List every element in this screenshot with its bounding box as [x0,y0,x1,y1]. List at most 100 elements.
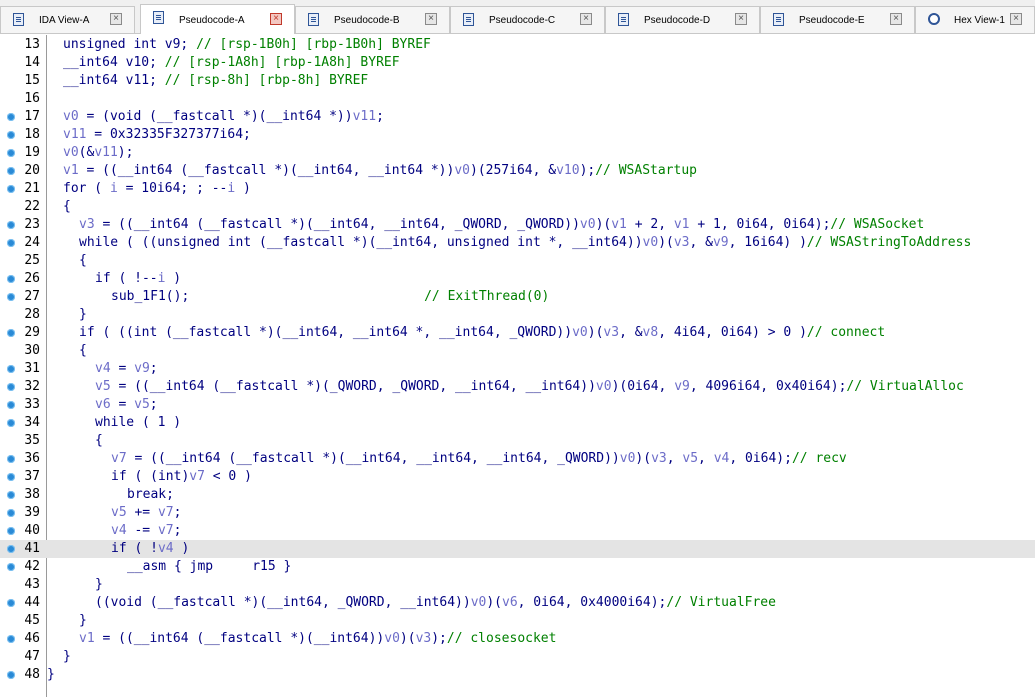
code-variable[interactable]: v10 [556,163,579,178]
code-line[interactable]: 30 { [0,342,1035,360]
code-variable[interactable]: v7 [158,505,174,520]
breakpoint-dot-icon[interactable] [7,563,15,571]
breakpoint-dot-icon[interactable] [7,401,15,409]
code-variable[interactable]: v6 [502,595,518,610]
close-icon[interactable]: × [890,13,902,25]
breakpoint-dot-icon[interactable] [7,545,15,553]
code-variable[interactable]: v11 [63,127,86,142]
code-variable[interactable]: v3 [674,235,690,250]
pseudocode-view[interactable]: 13 unsigned int v9; // [rsp-1B0h] [rbp-1B… [0,35,1035,697]
code-line[interactable]: 42 __asm { jmp r15 } [0,558,1035,576]
breakpoint-dot-icon[interactable] [7,473,15,481]
code-variable[interactable]: v4 [714,451,730,466]
code-variable[interactable]: v1 [611,217,627,232]
breakpoint-dot-icon[interactable] [7,239,15,247]
code-line[interactable]: 15 __int64 v11; // [rsp-8h] [rbp-8h] BYRE… [0,72,1035,90]
code-variable[interactable]: v11 [353,109,376,124]
code-line[interactable]: 40 v4 -= v7; [0,522,1035,540]
code-variable[interactable]: v6 [95,397,111,412]
code-variable[interactable]: v9 [134,361,150,376]
close-icon[interactable]: × [1010,13,1022,25]
code-line[interactable]: 14 __int64 v10; // [rsp-1A8h] [rbp-1A8h] … [0,54,1035,72]
code-variable[interactable]: v0 [454,163,470,178]
code-variable[interactable]: v0 [63,109,79,124]
code-variable[interactable]: v0 [572,325,588,340]
close-icon[interactable]: × [580,13,592,25]
code-line[interactable]: 31 v4 = v9; [0,360,1035,378]
code-variable[interactable]: v7 [189,469,205,484]
code-variable[interactable]: v0 [471,595,487,610]
breakpoint-dot-icon[interactable] [7,149,15,157]
tab-hex-view-1[interactable]: Hex View-1 × [915,6,1035,33]
code-line[interactable]: 22 { [0,198,1035,216]
code-line[interactable]: 23 v3 = ((__int64 (__fastcall *)(__int64,… [0,216,1035,234]
code-variable[interactable]: v0 [596,379,612,394]
code-variable[interactable]: v4 [158,541,174,556]
code-line[interactable]: 39 v5 += v7; [0,504,1035,522]
close-icon[interactable]: × [110,13,122,25]
breakpoint-dot-icon[interactable] [7,167,15,175]
breakpoint-dot-icon[interactable] [7,671,15,679]
tab-pseudocode-c[interactable]: Pseudocode-C × [450,6,605,33]
code-line[interactable]: 44 ((void (__fastcall *)(__int64, _QWORD,… [0,594,1035,612]
code-line[interactable]: 17 v0 = (void (__fastcall *)(__int64 *))v… [0,108,1035,126]
code-line[interactable]: 34 while ( 1 ) [0,414,1035,432]
code-variable[interactable]: v0 [384,631,400,646]
code-variable[interactable]: v7 [158,523,174,538]
close-icon[interactable]: × [270,13,282,25]
breakpoint-dot-icon[interactable] [7,293,15,301]
code-line[interactable]: 37 if ( (int)v7 < 0 ) [0,468,1035,486]
code-variable[interactable]: v1 [674,217,690,232]
code-line[interactable]: 18 v11 = 0x32335F327377i64; [0,126,1035,144]
tab-pseudocode-e[interactable]: Pseudocode-E × [760,6,915,33]
code-line[interactable]: 24 while ( ((unsigned int (__fastcall *)(… [0,234,1035,252]
code-variable[interactable]: v3 [416,631,432,646]
code-variable[interactable]: v0 [63,145,79,160]
breakpoint-dot-icon[interactable] [7,455,15,463]
breakpoint-dot-icon[interactable] [7,491,15,499]
code-line[interactable]: 43} [0,576,1035,594]
code-variable[interactable]: v4 [111,523,127,538]
code-line[interactable]: 33 v6 = v5; [0,396,1035,414]
tab-ida-view-a[interactable]: IDA View-A × [0,6,135,33]
code-line[interactable]: 48} [0,666,1035,684]
code-line[interactable]: 13 unsigned int v9; // [rsp-1B0h] [rbp-1B… [0,36,1035,54]
close-icon[interactable]: × [425,13,437,25]
code-line[interactable]: 25 { [0,252,1035,270]
code-line[interactable]: 32 v5 = ((__int64 (__fastcall *)(_QWORD, … [0,378,1035,396]
code-variable[interactable]: v1 [79,631,95,646]
tab-pseudocode-d[interactable]: Pseudocode-D × [605,6,760,33]
code-line[interactable]: 27 sub_1F1(); // ExitThread(0) [0,288,1035,306]
code-line[interactable]: 29 if ( ((int (__fastcall *)(__int64, __i… [0,324,1035,342]
code-line[interactable]: 16 [0,90,1035,108]
breakpoint-dot-icon[interactable] [7,221,15,229]
breakpoint-dot-icon[interactable] [7,509,15,517]
code-variable[interactable]: v5 [134,397,150,412]
close-icon[interactable]: × [735,13,747,25]
code-variable[interactable]: v4 [95,361,111,376]
breakpoint-dot-icon[interactable] [7,131,15,139]
breakpoint-dot-icon[interactable] [7,275,15,283]
breakpoint-dot-icon[interactable] [7,365,15,373]
code-variable[interactable]: v3 [603,325,619,340]
code-line[interactable]: 41 if ( !v4 ) [0,540,1035,558]
code-line[interactable]: 19 v0(&v11); [0,144,1035,162]
code-variable[interactable]: v3 [79,217,95,232]
code-variable[interactable]: v9 [713,235,729,250]
code-variable[interactable]: v9 [674,379,690,394]
breakpoint-dot-icon[interactable] [7,599,15,607]
code-line[interactable]: 20 v1 = ((__int64 (__fastcall *)(__int64,… [0,162,1035,180]
breakpoint-dot-icon[interactable] [7,329,15,337]
breakpoint-dot-icon[interactable] [7,635,15,643]
code-line[interactable]: 47} [0,648,1035,666]
code-line[interactable]: 21 for ( i = 10i64; ; --i ) [0,180,1035,198]
code-variable[interactable]: v3 [651,451,667,466]
code-line[interactable]: 36 v7 = ((__int64 (__fastcall *)(__int64,… [0,450,1035,468]
breakpoint-dot-icon[interactable] [7,185,15,193]
code-line[interactable]: 26 if ( !--i ) [0,270,1035,288]
code-variable[interactable]: v0 [580,217,596,232]
breakpoint-dot-icon[interactable] [7,527,15,535]
tab-pseudocode-a[interactable]: Pseudocode-A × [140,4,295,34]
code-line[interactable]: 28} [0,306,1035,324]
code-variable[interactable]: v0 [643,235,659,250]
